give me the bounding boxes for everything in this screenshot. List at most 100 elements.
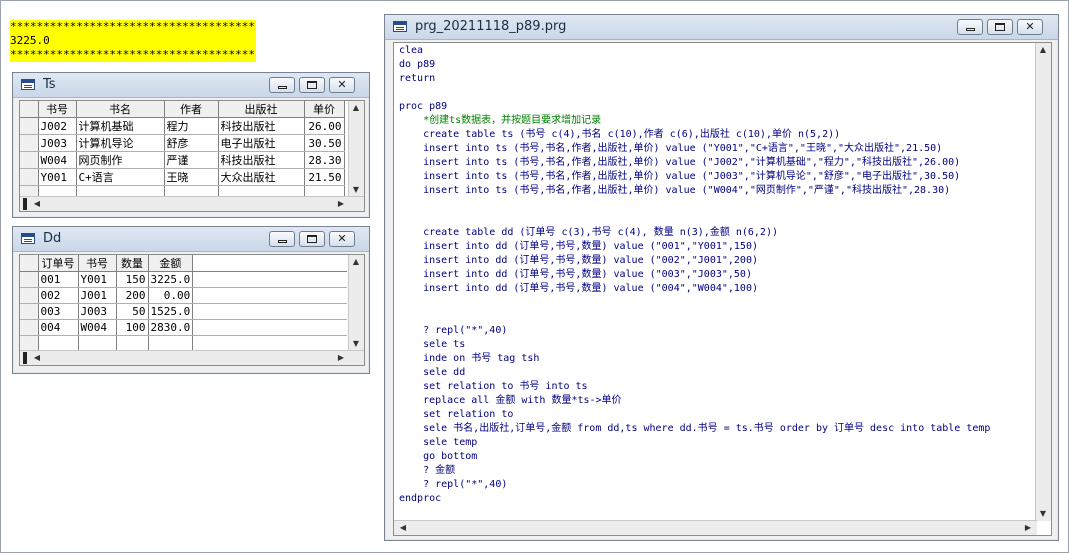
editor-titlebar[interactable]: prg_20211118_p89.prg ✕ — [385, 15, 1058, 40]
row-selector[interactable] — [20, 151, 39, 169]
row-selector[interactable] — [20, 319, 39, 336]
code-line[interactable]: replace all 金额 with 数量*ts->单价 — [399, 394, 990, 408]
vertical-scrollbar[interactable]: ▲ ▼ — [348, 255, 364, 351]
code-line[interactable]: insert into dd (订单号,书号,数量) value ("001",… — [399, 240, 990, 254]
close-button[interactable]: ✕ — [329, 231, 355, 247]
vertical-scrollbar[interactable]: ▲ ▼ — [1035, 43, 1051, 521]
table-cell[interactable]: 004 — [38, 319, 79, 336]
code-line[interactable]: *创建ts数据表，并按题目要求增加记录 — [399, 114, 990, 128]
code-line[interactable]: create table ts (书号 c(4),书名 c(10),作者 c(6… — [399, 128, 990, 142]
row-selector[interactable] — [20, 117, 39, 135]
table-cell[interactable]: 28.30 — [304, 151, 345, 169]
scroll-up-icon[interactable]: ▲ — [349, 101, 363, 115]
code-line[interactable]: insert into dd (订单号,书号,数量) value ("003",… — [399, 268, 990, 282]
minimize-button[interactable] — [269, 77, 295, 93]
code-line[interactable]: sele ts — [399, 338, 990, 352]
table-cell[interactable]: Y001 — [38, 168, 77, 186]
table-cell[interactable]: 计算机导论 — [76, 134, 165, 152]
table-cell[interactable]: Y001 — [78, 271, 117, 288]
scroll-down-icon[interactable]: ▼ — [349, 183, 363, 197]
scroll-right-icon[interactable]: ▶ — [334, 197, 348, 211]
table-cell[interactable]: 程力 — [164, 117, 219, 135]
table-cell[interactable]: 21.50 — [304, 168, 345, 186]
column-header[interactable]: 书号 — [38, 101, 77, 118]
code-line[interactable] — [399, 310, 990, 324]
partition-splitter-icon[interactable] — [23, 198, 27, 210]
horizontal-scrollbar[interactable]: ◀ ▶ — [394, 520, 1037, 535]
code-line[interactable]: create table dd (订单号 c(3),书号 c(4), 数量 n(… — [399, 226, 990, 240]
table-cell[interactable]: 002 — [38, 287, 79, 304]
column-header[interactable]: 书号 — [78, 255, 117, 272]
table-row[interactable]: 002 J001 200 0.00 — [20, 287, 347, 304]
maximize-button[interactable] — [299, 231, 325, 247]
program-editor-window[interactable]: prg_20211118_p89.prg ✕ clea do p89 return p… — [384, 14, 1059, 541]
table-cell[interactable]: 200 — [116, 287, 149, 304]
table-cell[interactable]: 100 — [116, 319, 149, 336]
code-line[interactable]: clea — [399, 44, 990, 58]
code-line[interactable]: insert into ts (书号,书名,作者,出版社,单价) value (… — [399, 142, 990, 156]
code-line[interactable] — [399, 86, 990, 100]
table-cell[interactable]: 50 — [116, 303, 149, 320]
table-cell[interactable]: 3225.0 — [148, 271, 194, 288]
table-cell[interactable]: 003 — [38, 303, 79, 320]
column-header[interactable]: 订单号 — [38, 255, 79, 272]
code-line[interactable]: insert into ts (书号,书名,作者,出版社,单价) value (… — [399, 170, 990, 184]
table-cell[interactable]: 001 — [38, 271, 79, 288]
table-row[interactable]: 004 W004 100 2830.0 — [20, 319, 347, 336]
table-cell[interactable]: 严谨 — [164, 151, 219, 169]
table-cell[interactable]: 计算机基础 — [76, 117, 165, 135]
code-line[interactable]: insert into dd (订单号,书号,数量) value ("002",… — [399, 254, 990, 268]
code-line[interactable]: sele 书名,出版社,订单号,金额 from dd,ts where dd.书… — [399, 422, 990, 436]
table-row[interactable]: J003 计算机导论 舒彦 电子出版社 30.50 — [20, 134, 345, 152]
code-editor[interactable]: clea do p89 return proc p89 *创建ts数据表，并按题目要求… — [393, 42, 1052, 536]
row-selector[interactable] — [20, 303, 39, 320]
code-line[interactable] — [399, 198, 990, 212]
code-line[interactable]: ? 金额 — [399, 464, 990, 478]
column-header[interactable]: 金额 — [148, 255, 194, 272]
row-selector[interactable] — [20, 287, 39, 304]
code-line[interactable]: set relation to 书号 into ts — [399, 380, 990, 394]
code-line[interactable]: do p89 — [399, 58, 990, 72]
code-line[interactable]: ? repl("*",40) — [399, 478, 990, 492]
code-line[interactable]: insert into ts (书号,书名,作者,出版社,单价) value (… — [399, 156, 990, 170]
partition-splitter-icon[interactable] — [23, 352, 27, 364]
scroll-down-icon[interactable]: ▼ — [1036, 507, 1050, 521]
row-selector[interactable] — [20, 134, 39, 152]
code-text[interactable]: clea do p89 return proc p89 *创建ts数据表，并按题目要求… — [399, 44, 990, 506]
row-selector-header[interactable] — [20, 255, 39, 272]
table-cell[interactable]: 1525.0 — [148, 303, 194, 320]
minimize-button[interactable] — [269, 231, 295, 247]
scroll-left-icon[interactable]: ◀ — [30, 197, 44, 211]
table-cell[interactable]: 26.00 — [304, 117, 345, 135]
table-cell[interactable]: 科技出版社 — [218, 151, 305, 169]
column-header[interactable]: 单价 — [304, 101, 345, 118]
table-cell[interactable]: 2830.0 — [148, 319, 194, 336]
ts-browse-window[interactable]: Ts ✕ 书号 书名 作者 出版社 单价 J002 计算机基础 程力 科技出版社… — [12, 72, 370, 218]
dd-grid[interactable]: 订单号 书号 数量 金额 001 Y001 150 3225.0 002 J00… — [19, 254, 365, 366]
table-cell[interactable]: W004 — [38, 151, 77, 169]
code-line[interactable]: insert into dd (订单号,书号,数量) value ("004",… — [399, 282, 990, 296]
table-cell[interactable]: 网页制作 — [76, 151, 165, 169]
scroll-down-icon[interactable]: ▼ — [349, 337, 363, 351]
table-cell[interactable]: 0.00 — [148, 287, 194, 304]
row-selector[interactable] — [20, 271, 39, 288]
close-button[interactable]: ✕ — [1017, 19, 1043, 35]
table-cell[interactable]: 30.50 — [304, 134, 345, 152]
code-line[interactable]: proc p89 — [399, 100, 990, 114]
scroll-left-icon[interactable]: ◀ — [30, 351, 44, 365]
table-cell[interactable]: 科技出版社 — [218, 117, 305, 135]
table-cell[interactable]: 舒彦 — [164, 134, 219, 152]
code-line[interactable]: set relation to — [399, 408, 990, 422]
table-row[interactable]: 003 J003 50 1525.0 — [20, 303, 347, 320]
column-header[interactable]: 出版社 — [218, 101, 305, 118]
code-line[interactable]: inde on 书号 tag tsh — [399, 352, 990, 366]
table-row[interactable]: W004 网页制作 严谨 科技出版社 28.30 — [20, 151, 345, 169]
code-line[interactable]: go bottom — [399, 450, 990, 464]
table-cell[interactable]: 电子出版社 — [218, 134, 305, 152]
table-cell[interactable]: J003 — [38, 134, 77, 152]
table-cell[interactable]: 王晓 — [164, 168, 219, 186]
code-line[interactable]: return — [399, 72, 990, 86]
vertical-scrollbar[interactable]: ▲ ▼ — [348, 101, 364, 197]
scroll-right-icon[interactable]: ▶ — [1021, 521, 1035, 535]
table-row[interactable]: J002 计算机基础 程力 科技出版社 26.00 — [20, 117, 345, 135]
